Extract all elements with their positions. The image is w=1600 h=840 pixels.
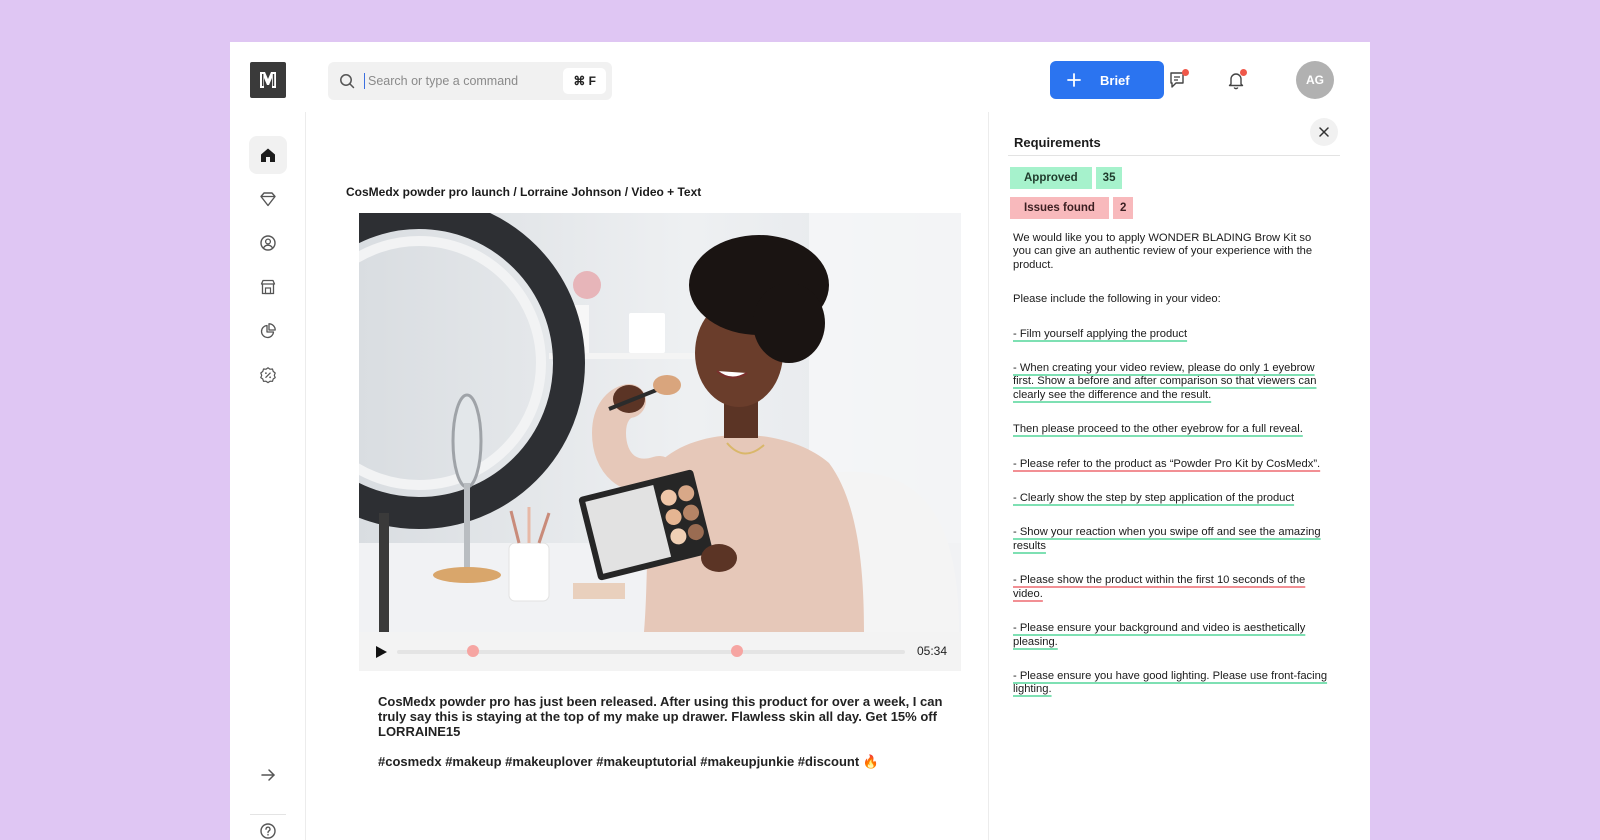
- requirement-item[interactable]: - Please ensure your background and vide…: [1013, 622, 1305, 647]
- video-frame[interactable]: [359, 213, 961, 632]
- pie-chart-icon: [260, 323, 276, 339]
- notification-dot: [1182, 69, 1189, 76]
- close-icon: [1319, 127, 1329, 137]
- nav-discounts[interactable]: [249, 356, 287, 394]
- plus-icon: [1067, 73, 1081, 87]
- issues-badge[interactable]: Issues found: [1010, 197, 1109, 219]
- nav-store[interactable]: [249, 268, 287, 306]
- requirements-intro: We would like you to apply WONDER BLADIN…: [1013, 232, 1313, 271]
- panel-title: Requirements: [1014, 135, 1101, 150]
- nav-analytics[interactable]: [249, 312, 287, 350]
- store-icon: [260, 279, 276, 295]
- search-input[interactable]: [364, 73, 552, 89]
- timeline-marker[interactable]: [467, 645, 480, 657]
- play-icon: [376, 645, 387, 658]
- requirement-item[interactable]: - Film yourself applying the product: [1013, 328, 1187, 340]
- messages-button[interactable]: [1166, 68, 1190, 92]
- new-brief-button[interactable]: Brief: [1050, 61, 1164, 99]
- shortcut-hint: ⌘ F: [563, 68, 606, 94]
- notification-dot: [1240, 69, 1247, 76]
- video-controls: 05:34: [359, 632, 961, 671]
- requirement-item[interactable]: - Clearly show the step by step applicat…: [1013, 492, 1294, 504]
- play-button[interactable]: [373, 644, 389, 660]
- left-sidebar: [230, 112, 306, 840]
- issues-count: 2: [1112, 197, 1134, 219]
- video-thumbnail-image: [359, 213, 961, 632]
- requirement-item[interactable]: Then please proceed to the other eyebrow…: [1013, 423, 1303, 435]
- breadcrumb: CosMedx powder pro launch / Lorraine Joh…: [346, 185, 702, 199]
- approved-summary: Approved 35: [1010, 167, 1123, 189]
- nav-home[interactable]: [249, 136, 287, 174]
- requirement-item[interactable]: - Please refer to the product as “Powder…: [1013, 458, 1320, 470]
- requirements-panel: Requirements Approved 35 Issues found 2 …: [988, 112, 1370, 840]
- arrow-right-icon: [261, 769, 275, 781]
- discount-badge-icon: [260, 367, 276, 384]
- requirements-include: Please include the following in your vid…: [1013, 293, 1221, 306]
- requirements-text: We would like you to apply WONDER BLADIN…: [1013, 232, 1331, 718]
- nav-campaigns[interactable]: [249, 180, 287, 218]
- user-circle-icon: [260, 235, 276, 251]
- app-window: ⌘ F Brief AG: [230, 42, 1370, 840]
- video-duration: 05:34: [916, 644, 947, 658]
- post-caption: CosMedx powder pro has just been release…: [378, 694, 943, 739]
- timeline-marker[interactable]: [731, 645, 744, 657]
- expand-sidebar-button[interactable]: [249, 756, 287, 794]
- logo-mark-icon: [260, 72, 276, 88]
- help-button[interactable]: [249, 812, 287, 840]
- help-icon: [260, 823, 276, 839]
- panel-divider: [1008, 155, 1340, 156]
- post-hashtags: #cosmedx #makeup #makeuplover #makeuptut…: [378, 754, 879, 769]
- requirement-item[interactable]: - Please show the product within the fir…: [1013, 574, 1305, 599]
- approved-badge[interactable]: Approved: [1010, 167, 1092, 189]
- command-search[interactable]: ⌘ F: [328, 62, 612, 100]
- nav-creators[interactable]: [249, 224, 287, 262]
- requirement-item[interactable]: - Show your reaction when you swipe off …: [1013, 526, 1321, 551]
- brief-button-label: Brief: [1100, 72, 1130, 88]
- search-icon: [338, 72, 356, 90]
- close-panel-button[interactable]: [1310, 118, 1338, 146]
- brand-logo[interactable]: [250, 62, 286, 98]
- requirement-item[interactable]: - Please ensure you have good lighting. …: [1013, 670, 1327, 695]
- issues-summary: Issues found 2: [1010, 197, 1134, 219]
- notifications-button[interactable]: [1224, 68, 1248, 92]
- user-avatar[interactable]: AG: [1296, 61, 1334, 99]
- approved-count: 35: [1095, 167, 1123, 189]
- requirement-item[interactable]: - When creating your video review, pleas…: [1013, 362, 1316, 401]
- home-icon: [261, 148, 275, 162]
- diamond-icon: [260, 192, 276, 207]
